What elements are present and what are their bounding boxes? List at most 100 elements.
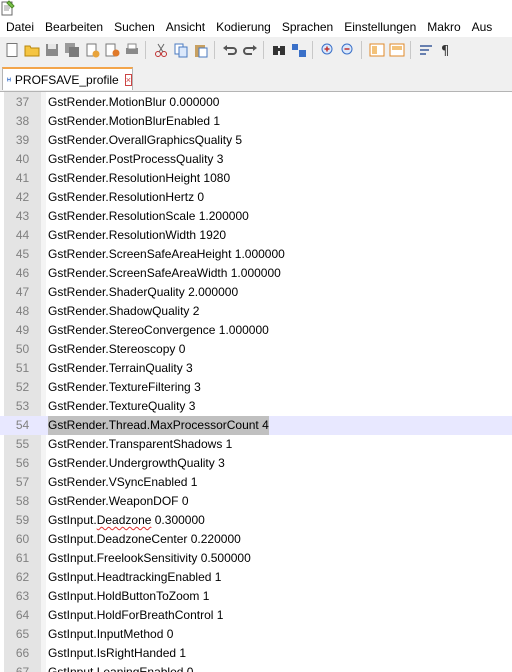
zoom-out-icon[interactable]	[340, 42, 356, 58]
menu-ansicht[interactable]: Ansicht	[160, 18, 210, 37]
paste-icon[interactable]	[193, 42, 209, 58]
line-text[interactable]: GstInput.IsRightHanded 1	[48, 644, 186, 663]
line-number: 48	[15, 304, 30, 318]
cut-icon[interactable]	[153, 42, 169, 58]
close-icon[interactable]	[84, 42, 100, 58]
show-all-chars-icon[interactable]: ¶	[438, 42, 454, 58]
code-line[interactable]: 37 GstRender.MotionBlur 0.000000	[0, 93, 512, 112]
code-line[interactable]: 64 GstInput.HoldForBreathControl 1	[0, 606, 512, 625]
line-text[interactable]: GstRender.ShaderQuality 2.000000	[48, 283, 238, 302]
copy-icon[interactable]	[173, 42, 189, 58]
line-text[interactable]: GstRender.MotionBlurEnabled 1	[48, 112, 220, 131]
line-text[interactable]: GstRender.ShadowQuality 2	[48, 302, 199, 321]
tab-label: PROFSAVE_profile	[14, 72, 119, 87]
menu-kodierung[interactable]: Kodierung	[210, 18, 276, 37]
code-line[interactable]: 63 GstInput.HoldButtonToZoom 1	[0, 587, 512, 606]
line-text[interactable]: GstInput.HoldButtonToZoom 1	[48, 587, 209, 606]
text-editor[interactable]: 37 GstRender.MotionBlur 0.000000 38 GstRen…	[0, 91, 512, 672]
tab-profsave-profile[interactable]: PROFSAVE_profile ×	[2, 67, 133, 90]
code-line[interactable]: 48 GstRender.ShadowQuality 2	[0, 302, 512, 321]
zoom-in-icon[interactable]	[320, 42, 336, 58]
code-line[interactable]: 40 GstRender.PostProcessQuality 3	[0, 150, 512, 169]
find-icon[interactable]	[271, 42, 287, 58]
undo-icon[interactable]	[222, 42, 238, 58]
close-all-icon[interactable]	[104, 42, 120, 58]
code-line[interactable]: 59 GstInput.Deadzone 0.300000	[0, 511, 512, 530]
code-line[interactable]: 49 GstRender.StereoConvergence 1.000000	[0, 321, 512, 340]
toolbar-separator	[214, 41, 215, 59]
line-text[interactable]: GstRender.ResolutionScale 1.200000	[48, 207, 249, 226]
print-icon[interactable]	[124, 42, 140, 58]
replace-icon[interactable]	[291, 42, 307, 58]
menu-suchen[interactable]: Suchen	[108, 18, 160, 37]
line-text[interactable]: GstInput.FreelookSensitivity 0.500000	[48, 549, 251, 568]
line-text[interactable]: GstRender.ResolutionHeight 1080	[48, 169, 230, 188]
code-line[interactable]: 55 GstRender.TransparentShadows 1	[0, 435, 512, 454]
open-file-icon[interactable]	[24, 42, 40, 58]
line-text[interactable]: GstInput.LeaningEnabled 0	[48, 663, 193, 672]
notepad-app-icon[interactable]	[1, 0, 15, 16]
line-text[interactable]: GstInput.HeadtrackingEnabled 1	[48, 568, 221, 587]
code-line[interactable]: 67 GstInput.LeaningEnabled 0	[0, 663, 512, 672]
code-line[interactable]: 61 GstInput.FreelookSensitivity 0.500000	[0, 549, 512, 568]
code-line[interactable]: 39 GstRender.OverallGraphicsQuality 5	[0, 131, 512, 150]
code-line[interactable]: 46 GstRender.ScreenSafeAreaWidth 1.000000	[0, 264, 512, 283]
menu-sprachen[interactable]: Sprachen	[276, 18, 338, 37]
line-text[interactable]: GstRender.PostProcessQuality 3	[48, 150, 223, 169]
line-text[interactable]: GstRender.UndergrowthQuality 3	[48, 454, 225, 473]
line-number: 59	[15, 513, 30, 527]
menu-datei[interactable]: Datei	[0, 18, 39, 37]
code-line[interactable]: 52 GstRender.TextureFiltering 3	[0, 378, 512, 397]
selected-line-text[interactable]: GstRender.Thread.MaxProcessorCount 4	[48, 416, 269, 435]
code-line[interactable]: 50 GstRender.Stereoscopy 0	[0, 340, 512, 359]
line-text[interactable]: GstRender.VSyncEnabled 1	[48, 473, 197, 492]
redo-icon[interactable]	[242, 42, 258, 58]
code-line[interactable]: 42 GstRender.ResolutionHertz 0	[0, 188, 512, 207]
new-file-icon[interactable]	[4, 42, 20, 58]
code-line[interactable]: 65 GstInput.InputMethod 0	[0, 625, 512, 644]
code-line[interactable]: 58 GstRender.WeaponDOF 0	[0, 492, 512, 511]
menu-makro[interactable]: Makro	[421, 18, 465, 37]
line-text[interactable]: GstInput.Deadzone 0.300000	[48, 511, 205, 530]
line-number: 55	[15, 437, 30, 451]
line-text[interactable]: GstRender.Stereoscopy 0	[48, 340, 185, 359]
code-line[interactable]: 41 GstRender.ResolutionHeight 1080	[0, 169, 512, 188]
code-line[interactable]: 56 GstRender.UndergrowthQuality 3	[0, 454, 512, 473]
code-line[interactable]: 66 GstInput.IsRightHanded 1	[0, 644, 512, 663]
line-text[interactable]: GstInput.DeadzoneCenter 0.220000	[48, 530, 241, 549]
line-text[interactable]: GstRender.StereoConvergence 1.000000	[48, 321, 269, 340]
code-line[interactable]: 62 GstInput.HeadtrackingEnabled 1	[0, 568, 512, 587]
code-line[interactable]: 60 GstInput.DeadzoneCenter 0.220000	[0, 530, 512, 549]
menu-einstellungen[interactable]: Einstellungen	[338, 18, 421, 37]
code-line[interactable]: 53 GstRender.TextureQuality 3	[0, 397, 512, 416]
code-line[interactable]: 45 GstRender.ScreenSafeAreaHeight 1.00000…	[0, 245, 512, 264]
current-code-line[interactable]: 54 GstRender.Thread.MaxProcessorCount 4	[0, 416, 512, 435]
line-text[interactable]: GstRender.TransparentShadows 1	[48, 435, 232, 454]
menu-ausfuehren[interactable]: Aus	[466, 18, 498, 37]
line-text[interactable]: GstRender.TextureFiltering 3	[48, 378, 201, 397]
line-text[interactable]: GstInput.HoldForBreathControl 1	[48, 606, 223, 625]
word-wrap-icon[interactable]	[418, 42, 434, 58]
line-text[interactable]: GstRender.TextureQuality 3	[48, 397, 195, 416]
code-line[interactable]: 47 GstRender.ShaderQuality 2.000000	[0, 283, 512, 302]
sync-horizontal-icon[interactable]	[389, 42, 405, 58]
sync-vertical-icon[interactable]	[369, 42, 385, 58]
save-icon[interactable]	[44, 42, 60, 58]
line-text[interactable]: GstRender.ScreenSafeAreaWidth 1.000000	[48, 264, 281, 283]
line-text[interactable]: GstRender.TerrainQuality 3	[48, 359, 193, 378]
line-text[interactable]: GstRender.WeaponDOF 0	[48, 492, 189, 511]
save-all-icon[interactable]	[64, 42, 80, 58]
line-text[interactable]: GstInput.InputMethod 0	[48, 625, 173, 644]
line-text[interactable]: GstRender.MotionBlur 0.000000	[48, 93, 219, 112]
line-text[interactable]: GstRender.ScreenSafeAreaHeight 1.000000	[48, 245, 285, 264]
code-line[interactable]: 57 GstRender.VSyncEnabled 1	[0, 473, 512, 492]
code-line[interactable]: 51 GstRender.TerrainQuality 3	[0, 359, 512, 378]
code-line[interactable]: 38 GstRender.MotionBlurEnabled 1	[0, 112, 512, 131]
menu-bearbeiten[interactable]: Bearbeiten	[39, 18, 108, 37]
code-line[interactable]: 43 GstRender.ResolutionScale 1.200000	[0, 207, 512, 226]
line-text[interactable]: GstRender.ResolutionWidth 1920	[48, 226, 226, 245]
line-text[interactable]: GstRender.ResolutionHertz 0	[48, 188, 204, 207]
tab-close-icon[interactable]: ×	[124, 73, 132, 86]
code-line[interactable]: 44 GstRender.ResolutionWidth 1920	[0, 226, 512, 245]
line-text[interactable]: GstRender.OverallGraphicsQuality 5	[48, 131, 242, 150]
